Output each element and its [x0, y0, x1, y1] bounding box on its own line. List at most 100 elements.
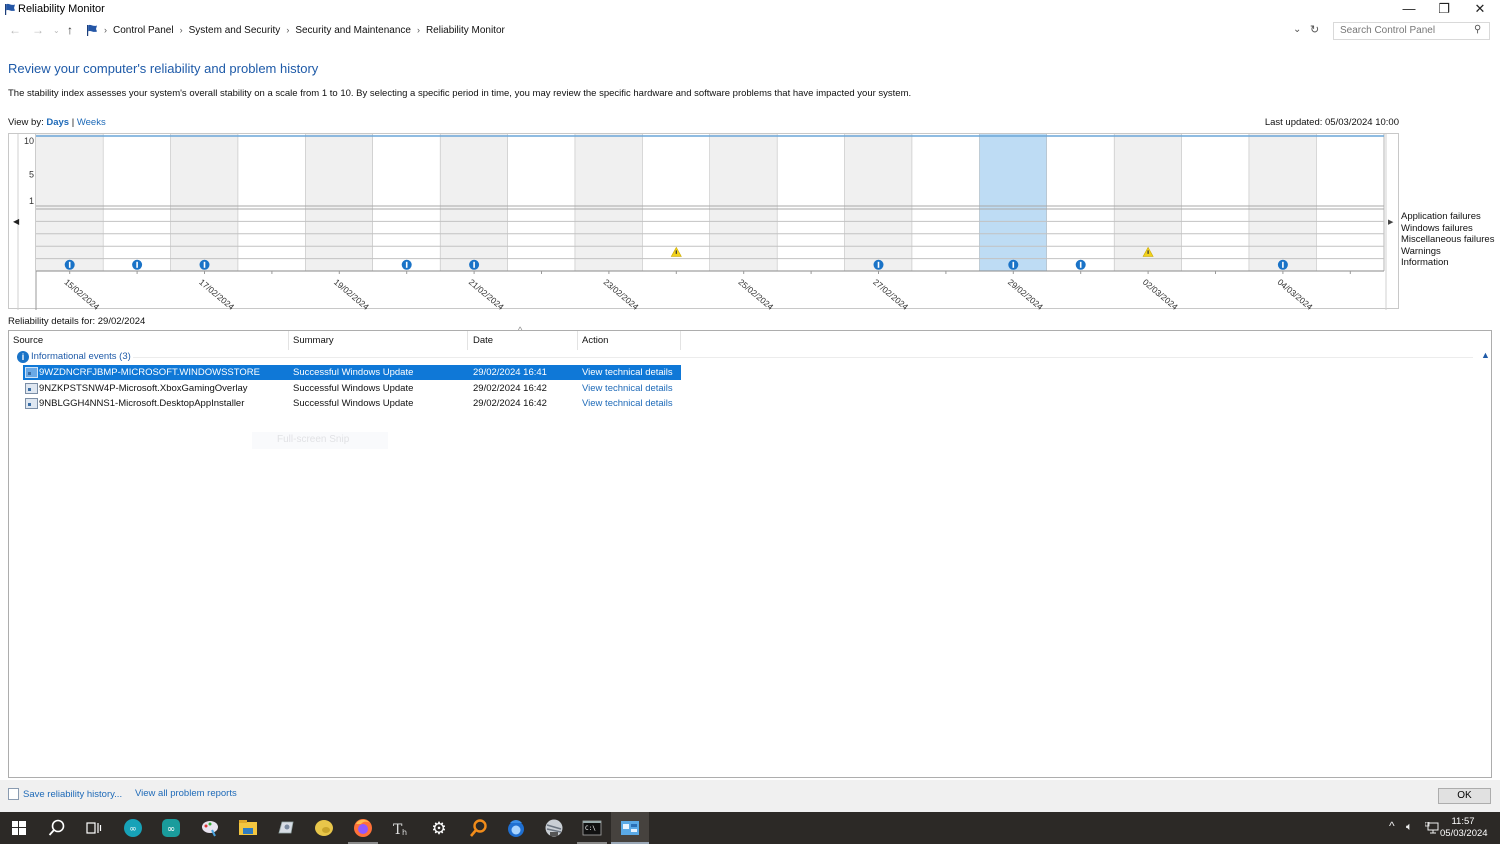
forward-arrow-icon[interactable]: → [32, 23, 44, 37]
day-column[interactable] [912, 134, 980, 271]
show-hidden-icons-chevron-icon[interactable]: ^ [1389, 819, 1395, 833]
breadcrumb-separator-icon[interactable]: › [180, 25, 183, 35]
table-row[interactable]: 9WZDNCRFJBMP-MICROSOFT.WINDOWSSTORE Succ… [23, 365, 681, 380]
refresh-icon[interactable]: ↻ [1310, 23, 1319, 36]
row-date: 29/02/2024 16:41 [473, 367, 547, 378]
column-header-date[interactable]: Date [473, 335, 493, 346]
search-icon[interactable]: ⚲ [1474, 24, 1481, 35]
column-divider[interactable] [467, 331, 468, 350]
day-column[interactable] [844, 134, 913, 271]
table-row[interactable]: 9NZKPSTSNW4P-Microsoft.XboxGamingOverlay… [23, 381, 681, 396]
network-icon[interactable] [1425, 822, 1439, 834]
group-label: Informational events (3) [31, 351, 131, 362]
day-column[interactable] [170, 134, 239, 271]
view-by: View by: Days | Weeks [8, 117, 106, 128]
x-tick-label: 17/02/2024 [197, 277, 236, 310]
scroll-left-arrow-icon[interactable]: ◀ [13, 217, 20, 226]
back-arrow-icon[interactable]: ← [9, 23, 21, 37]
view-by-label: View by: [8, 117, 44, 128]
information-glyph [68, 261, 71, 268]
address-bar: ← → ⌄ ↑ › Control Panel › System and Sec… [0, 20, 1500, 42]
column-divider[interactable] [680, 331, 681, 350]
breadcrumb-separator-icon[interactable]: › [417, 25, 420, 35]
reliability-chart[interactable]: 10 5 1 15/02/2024 17/02/2024 19/02/2024 21/02/… [8, 133, 1400, 310]
day-column[interactable] [36, 134, 104, 271]
column-divider[interactable] [577, 331, 578, 350]
chart-legend: Application failures Windows failures Mi… [1401, 211, 1494, 269]
breadcrumb-control-panel[interactable]: Control Panel [113, 25, 174, 36]
minimize-button[interactable]: — [1391, 0, 1427, 18]
x-tick-label: 21/02/2024 [467, 277, 506, 310]
information-glyph [473, 261, 475, 268]
breadcrumb-reliability-monitor[interactable]: Reliability Monitor [426, 25, 505, 36]
details-list: Source Summary ^ Date Action i Informati… [8, 325, 1492, 778]
day-column[interactable] [507, 134, 576, 271]
scroll-right-arrow-icon[interactable]: ▶ [1388, 219, 1394, 226]
x-tick-label: 04/03/2024 [1276, 277, 1315, 310]
ok-button[interactable]: OK [1438, 788, 1491, 804]
column-header-summary[interactable]: Summary [293, 335, 334, 346]
view-technical-details-link[interactable]: View technical details [582, 367, 673, 378]
day-column[interactable] [373, 134, 441, 271]
row-summary: Successful Windows Update [293, 367, 414, 378]
x-tick-label: 02/03/2024 [1141, 277, 1180, 310]
group-informational-events[interactable]: i Informational events (3) ▲ [15, 350, 1490, 364]
breadcrumb-security-and-maintenance[interactable]: Security and Maintenance [295, 25, 411, 36]
view-technical-details-link[interactable]: View technical details [582, 398, 673, 409]
day-column[interactable] [1181, 134, 1250, 271]
day-column[interactable] [1316, 134, 1384, 271]
up-arrow-icon[interactable]: ↑ [67, 23, 73, 37]
save-reliability-history-link[interactable]: Save reliability history... [8, 788, 122, 800]
save-reliability-history-label[interactable]: Save reliability history... [23, 789, 122, 800]
app-package-icon [25, 367, 38, 378]
column-header-action[interactable]: Action [582, 335, 608, 346]
page-title: Review your computer's reliability and p… [8, 61, 319, 76]
y-tick-label: 1 [29, 196, 34, 206]
legend-information: Information [1401, 257, 1449, 269]
day-column[interactable] [238, 134, 306, 271]
column-header-source[interactable]: Source [13, 335, 43, 346]
day-column[interactable] [1249, 134, 1317, 271]
reliability-chart-svg[interactable]: 10 5 1 15/02/2024 17/02/2024 19/02/2024 21/02/… [9, 134, 1400, 310]
app-package-icon [25, 383, 38, 394]
day-column[interactable] [710, 134, 778, 271]
information-glyph [877, 261, 880, 268]
flag-icon [5, 3, 15, 15]
view-all-problem-reports-link[interactable]: View all problem reports [135, 788, 237, 799]
maximize-button[interactable]: ❐ [1426, 0, 1462, 18]
breadcrumb-separator-icon[interactable]: › [104, 25, 107, 35]
view-weeks-link[interactable]: Weeks [77, 117, 106, 128]
recent-locations-chevron-icon[interactable]: ⌄ [53, 26, 60, 35]
control-panel-flag-icon [87, 24, 97, 36]
day-column[interactable] [575, 134, 643, 271]
system-tray: ^ 🔈︎ 11:57 05/03/2024 [0, 812, 1500, 844]
legend-windows-failures: Windows failures [1401, 222, 1473, 234]
x-tick-label: 25/02/2024 [736, 277, 775, 310]
view-days-link[interactable]: Days [46, 117, 69, 128]
warning-glyph [675, 250, 677, 254]
table-row[interactable]: 9NBLGGH4NNS1-Microsoft.DesktopAppInstall… [23, 396, 681, 411]
clock[interactable]: 11:57 05/03/2024 [1440, 816, 1488, 840]
sort-ascending-icon: ^ [518, 325, 523, 335]
information-glyph [1079, 261, 1082, 268]
address-dropdown-chevron-icon[interactable]: ⌄ [1293, 24, 1301, 35]
day-column[interactable] [440, 134, 508, 271]
column-divider[interactable] [288, 331, 289, 350]
snip-overlay-ghost: Full-screen Snip [252, 432, 388, 449]
view-technical-details-link[interactable]: View technical details [582, 383, 673, 394]
page-description: The stability index assesses your system… [8, 88, 912, 99]
search-input[interactable]: Search Control Panel [1333, 22, 1490, 40]
day-column[interactable] [305, 134, 373, 271]
y-tick-label: 5 [29, 169, 34, 179]
day-column[interactable] [979, 134, 1047, 271]
close-button[interactable]: ✕ [1462, 0, 1498, 18]
collapse-chevron-icon[interactable]: ▲ [1481, 350, 1490, 360]
volume-icon[interactable]: 🔈︎ [1406, 821, 1413, 834]
breadcrumb-system-and-security[interactable]: System and Security [189, 25, 281, 36]
day-column[interactable] [1047, 134, 1115, 271]
x-tick-label: 29/02/2024 [1006, 277, 1045, 310]
day-column[interactable] [777, 134, 845, 271]
breadcrumb-separator-icon[interactable]: › [286, 25, 289, 35]
app-package-icon [25, 398, 38, 409]
day-column[interactable] [103, 134, 171, 271]
